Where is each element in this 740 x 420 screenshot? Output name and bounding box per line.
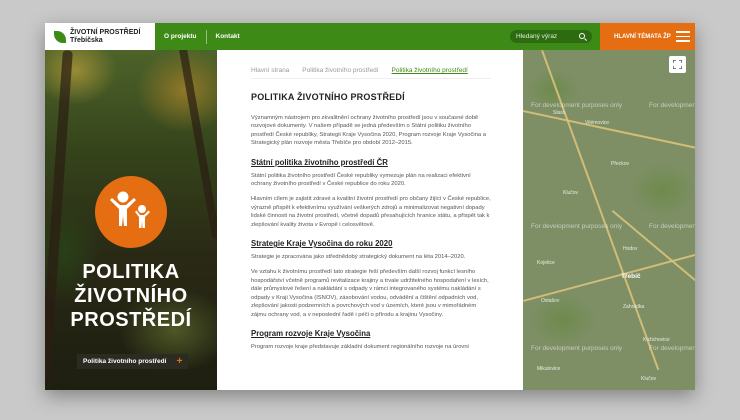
site-logo[interactable]: ŽIVOTNÍ PROSTŘEDÍ Třebíčska (45, 23, 155, 50)
map-village: Kožichovice (643, 337, 670, 343)
intro-paragraph: Významným nástrojem pro zkvalitnění ochr… (251, 115, 486, 147)
section-heading[interactable]: Státní politika životního prostředí ČR (251, 158, 523, 167)
fullscreen-icon (673, 60, 682, 69)
map-village: Ostašov (541, 298, 560, 304)
map-village: Přeckov (611, 161, 630, 167)
map-road (541, 50, 660, 371)
breadcrumb-current[interactable]: Politika životního prostředí (392, 67, 468, 74)
hero-title-line: ŽIVOTNÍHO (74, 285, 188, 307)
main-nav: O projektu Kontakt (155, 23, 249, 50)
logo-line1: ŽIVOTNÍ PROSTŘEDÍ (70, 29, 141, 36)
breadcrumb-parent[interactable]: Politika životního prostředí (302, 67, 378, 74)
map-watermark: For development purposes only (649, 102, 695, 109)
search-input[interactable] (516, 33, 576, 40)
hero-emblem (95, 176, 167, 248)
map-watermark: For development purposes only (649, 223, 695, 230)
hot-topics-label: HLAVNÍ TÉMATA ŽP (614, 33, 671, 40)
map-watermark: For development purposes only (531, 102, 623, 109)
nav-item-about[interactable]: O projektu (155, 30, 206, 44)
plus-icon: + (176, 356, 183, 367)
map-village: Klučov (563, 190, 579, 196)
hero-title-line: POLITIKA (82, 261, 180, 283)
map-fullscreen-button[interactable] (669, 56, 686, 73)
hero-panel: POLITIKA ŽIVOTNÍHO PROSTŘEDÍ Politika ži… (45, 50, 217, 390)
site-header: ŽIVOTNÍ PROSTŘEDÍ Třebíčska O projektu K… (45, 23, 695, 50)
breadcrumb-home[interactable]: Hlavní strana (251, 67, 289, 74)
section-heading[interactable]: Strategie Kraje Vysočina do roku 2020 (251, 239, 523, 248)
search-icon[interactable] (579, 33, 585, 39)
hero-title-line: PROSTŘEDÍ (70, 309, 192, 331)
article-content: Hlavní strana Politika životního prostře… (217, 50, 523, 390)
map-watermark: For development purposes only (531, 345, 623, 352)
map-village: Hodov (623, 246, 638, 252)
category-tag-label: Politika životního prostředí (83, 358, 167, 365)
map-village: Klučov (641, 376, 657, 382)
map-panel[interactable]: For development purposes only For develo… (523, 50, 695, 390)
paragraph: Ve vztahu k životnímu prostředí tato str… (251, 269, 489, 318)
hamburger-menu-icon[interactable] (676, 31, 690, 42)
breadcrumb: Hlavní strana Politika životního prostře… (251, 67, 523, 74)
leaf-icon (54, 30, 66, 43)
hot-topics-button[interactable]: HLAVNÍ TÉMATA ŽP (600, 23, 695, 50)
logo-line2: Třebíčska (70, 36, 103, 44)
browser-viewport: ŽIVOTNÍ PROSTŘEDÍ Třebíčska O projektu K… (45, 23, 695, 390)
map-watermark: For development purposes only (649, 345, 695, 352)
map-village: Stará (553, 110, 565, 116)
paragraph: Strategie je zpracována jako střednědobý… (251, 254, 466, 261)
search-box (510, 30, 592, 43)
category-tag-button[interactable]: Politika životního prostředí + (77, 354, 189, 369)
paragraph: Hlavním cílem je zajistit zdravé a kvali… (251, 196, 491, 228)
map-village: Mikulovice (537, 366, 561, 372)
map-village: Zahrádka (623, 304, 645, 310)
page-title: POLITIKA ŽIVOTNÍHO PROSTŘEDÍ (251, 92, 405, 102)
nav-item-contact[interactable]: Kontakt (205, 29, 249, 44)
map-town: Třebíč (621, 273, 641, 280)
section-heading[interactable]: Program rozvoje Kraje Vysočina (251, 329, 523, 338)
family-icon (110, 191, 150, 228)
paragraph: Program rozvoje kraje představuje základ… (251, 343, 469, 350)
map-village: Vilémovice (585, 120, 610, 126)
paragraph: Státní politika životního prostředí Česk… (251, 172, 471, 188)
map-road (523, 110, 695, 149)
map-village: Kojetice (537, 260, 555, 266)
divider (251, 78, 491, 79)
map-watermark: For development purposes only (531, 223, 623, 230)
hero-title: POLITIKA ŽIVOTNÍHO PROSTŘEDÍ (45, 260, 217, 332)
